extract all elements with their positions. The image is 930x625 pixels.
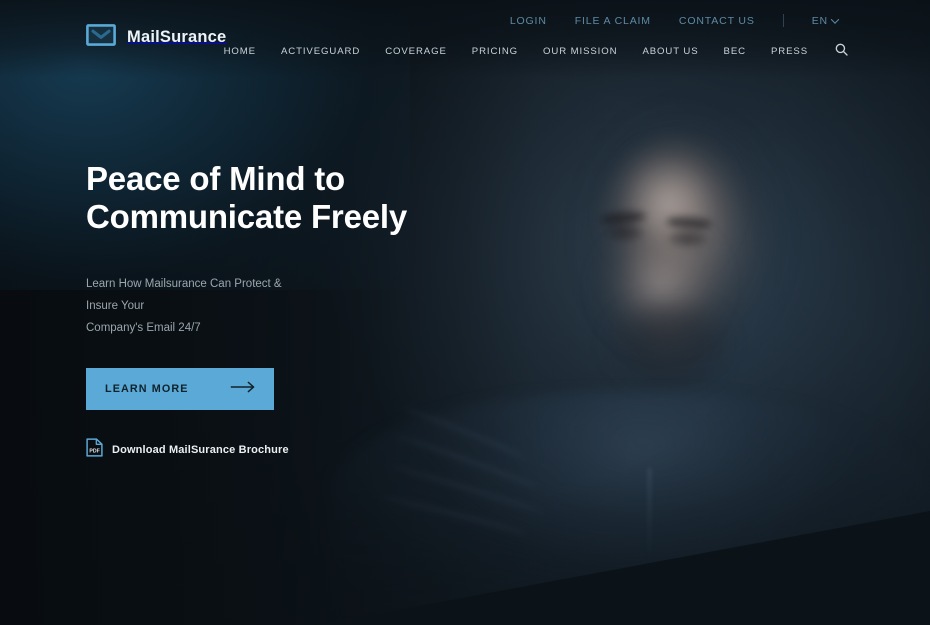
nav-link-press[interactable]: PRESS [771,46,808,57]
main-nav: HOME ACTIVEGUARD COVERAGE PRICING OUR MI… [0,43,930,59]
nav-link-our-mission[interactable]: OUR MISSION [543,46,617,57]
nav-link-activeguard[interactable]: ACTIVEGUARD [281,46,360,57]
hero-headline: Peace of Mind to Communicate Freely [86,160,408,236]
nav-link-about-us[interactable]: ABOUT US [642,46,698,57]
learn-more-label: LEARN MORE [105,382,189,395]
hero-subtitle: Learn How Mailsurance Can Protect & Insu… [86,277,282,335]
search-icon [835,43,848,59]
hero-content: Peace of Mind to Communicate Freely Lear… [86,160,566,462]
svg-text:PDF: PDF [89,448,99,454]
arrow-right-icon [230,381,256,396]
pdf-file-icon: PDF [86,438,103,462]
download-brochure-label: Download MailSurance Brochure [112,443,289,456]
nav-link-bec[interactable]: BEC [724,46,746,57]
download-brochure-link[interactable]: PDF Download MailSurance Brochure [86,438,289,462]
brand-row: MailSurance [0,0,930,78]
hero-section: LOGIN FILE A CLAIM CONTACT US EN MailSur… [0,0,930,625]
nav-link-pricing[interactable]: PRICING [472,46,518,57]
learn-more-button[interactable]: LEARN MORE [86,367,274,410]
nav-link-home[interactable]: HOME [224,46,256,57]
nav-link-coverage[interactable]: COVERAGE [385,46,447,57]
search-button[interactable] [835,43,848,59]
site-header: LOGIN FILE A CLAIM CONTACT US EN MailSur… [0,0,930,57]
